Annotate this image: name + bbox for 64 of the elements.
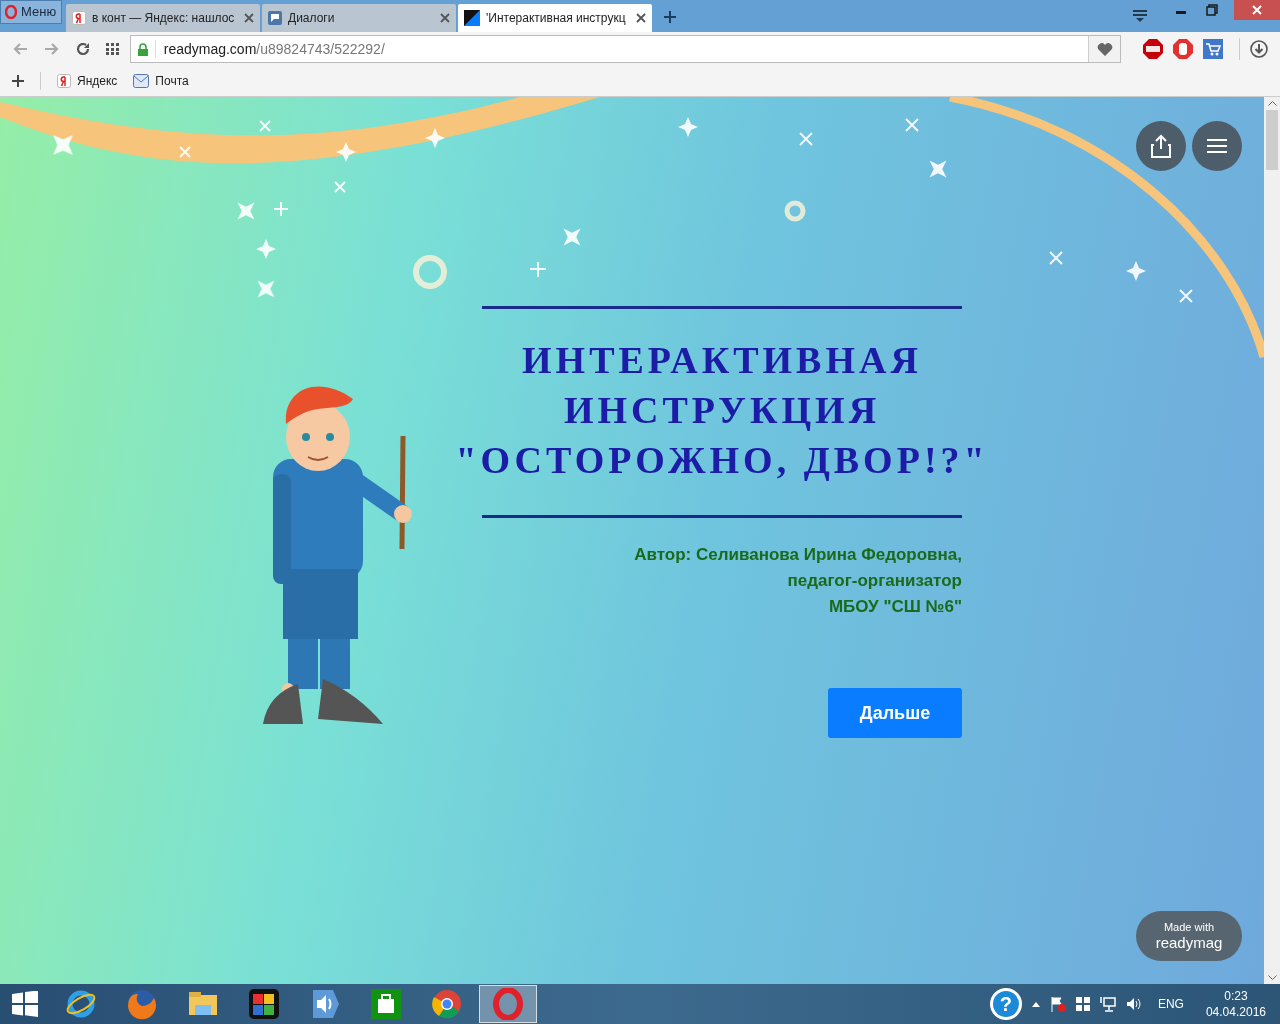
bookmark-link[interactable]: Яндекс	[57, 72, 118, 90]
browser-tab[interactable]: Диалоги	[262, 4, 456, 32]
opera-menu-button[interactable]: Меню	[0, 0, 62, 24]
title-line: "ОСТОРОЖНО, ДВОР!?"	[455, 438, 989, 483]
flag-icon[interactable]	[1049, 996, 1066, 1012]
menu-button[interactable]	[1192, 121, 1242, 171]
clock-time: 0:23	[1224, 988, 1248, 1004]
share-icon	[1150, 134, 1172, 158]
bookmark-heart-button[interactable]	[1088, 36, 1121, 62]
title-line: ИНСТРУКЦИЯ	[563, 388, 881, 433]
browser-tab[interactable]: 'Интерактивная инструкц	[458, 4, 652, 32]
close-tab-icon[interactable]	[440, 13, 450, 23]
author-text: педагог-организатор	[787, 570, 962, 592]
clock[interactable]: 0:23 04.04.2016	[1205, 988, 1266, 1020]
speed-dial-grid-icon[interactable]	[105, 43, 120, 55]
add-bookmark-icon[interactable]	[12, 75, 24, 87]
tab-menu-icon[interactable]	[1132, 9, 1148, 23]
tab-title: в конт — Яндекс: нашлос	[92, 10, 235, 27]
shopping-cart-icon[interactable]	[1203, 39, 1224, 59]
opera-logo-icon	[492, 988, 524, 1020]
download-icon[interactable]	[1250, 40, 1268, 58]
menu-icon	[1207, 139, 1227, 153]
clock-date: 04.04.2016	[1205, 1004, 1266, 1020]
envelope-icon	[133, 74, 150, 88]
ie-icon	[65, 988, 97, 1020]
address-bar[interactable]: readymag.com/u89824743/522292/	[129, 35, 1122, 63]
bookmark-link[interactable]: Почта	[133, 72, 189, 90]
close-tab-icon[interactable]	[636, 13, 646, 23]
scrollbar-thumb[interactable]	[1266, 110, 1278, 170]
chrome-icon	[431, 988, 463, 1020]
heart-icon	[1096, 42, 1113, 56]
restore-icon[interactable]	[1206, 4, 1218, 16]
next-button[interactable]: Дальше	[828, 688, 962, 738]
url-text: readymag.com/u89824743/522292/	[163, 39, 385, 59]
close-tab-icon[interactable]	[244, 13, 254, 23]
speech-bubble-icon	[268, 11, 282, 25]
diagonal-square-icon	[464, 10, 480, 26]
made-with-readymag-badge[interactable]: Made with readymag	[1136, 911, 1242, 961]
tab-title: Диалоги	[288, 10, 335, 27]
tab-title: 'Интерактивная инструкц	[486, 10, 626, 27]
windows-start-icon[interactable]	[12, 991, 38, 1017]
author-text: Автор: Селиванова Ирина Федоровна,	[634, 544, 962, 566]
new-tab-icon[interactable]	[664, 11, 676, 23]
reload-icon[interactable]	[75, 42, 90, 56]
scroll-up-icon[interactable]	[1267, 101, 1277, 106]
close-icon	[1252, 5, 1262, 15]
network-icon[interactable]	[1099, 996, 1116, 1012]
shopping-bag-icon	[370, 988, 402, 1020]
scroll-down-icon[interactable]	[1267, 975, 1277, 980]
speaker-icon[interactable]	[1125, 996, 1142, 1012]
lock-icon	[137, 42, 148, 56]
show-hidden-icons-icon[interactable]	[1031, 1001, 1040, 1007]
puzzle-icon	[248, 988, 280, 1020]
close-window-button[interactable]	[1234, 0, 1280, 20]
share-button[interactable]	[1136, 121, 1186, 171]
opera-logo-icon	[5, 5, 17, 19]
browser-tab[interactable]: в конт — Яндекс: нашлос	[66, 4, 260, 32]
yandex-icon	[72, 11, 86, 25]
scrollbar[interactable]	[1264, 97, 1280, 984]
windows-logo-icon[interactable]	[1075, 997, 1090, 1011]
language-indicator[interactable]: ENG	[1157, 995, 1184, 1013]
author-text: МБОУ "СШ №6"	[828, 596, 962, 618]
yandex-icon	[57, 74, 71, 88]
title-line: ИНТЕРАКТИВНАЯ	[522, 338, 922, 383]
